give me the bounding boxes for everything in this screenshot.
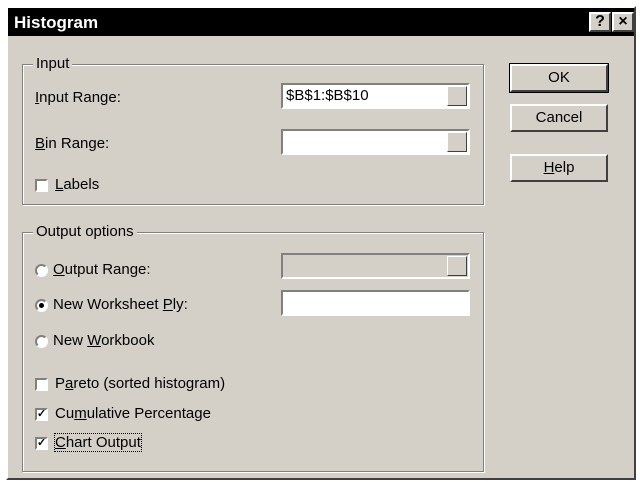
collapse-dialog-icon[interactable] xyxy=(447,132,467,152)
cancel-button[interactable]: Cancel xyxy=(510,104,608,132)
input-range-value: $B$1:$B$10 xyxy=(286,87,369,104)
input-group-label: Input xyxy=(33,55,73,72)
output-options-group: Output options Output Range: New Workshe… xyxy=(22,223,484,472)
pareto-label[interactable]: Pareto (sorted histogram) xyxy=(55,375,225,392)
new-workbook-label[interactable]: New Workbook xyxy=(53,332,154,349)
labels-label[interactable]: Labels xyxy=(55,176,99,193)
output-range-field[interactable] xyxy=(281,253,470,279)
input-group: Input Input Range: $B$1:$B$10 Bin Range:… xyxy=(22,55,484,205)
cumulative-percentage-label[interactable]: Cumulative Percentage xyxy=(55,405,211,422)
close-icon[interactable]: × xyxy=(612,12,634,32)
output-range-label[interactable]: Output Range: xyxy=(53,261,151,278)
radio-selected-dot xyxy=(39,303,44,308)
output-range-radio[interactable] xyxy=(35,264,48,277)
chart-output-checkbox[interactable]: ✓ xyxy=(35,437,48,450)
new-worksheet-ply-label[interactable]: New Worksheet Ply: xyxy=(53,296,188,313)
input-range-field[interactable]: $B$1:$B$10 xyxy=(281,83,470,109)
pareto-checkbox[interactable] xyxy=(35,378,48,391)
new-worksheet-ply-radio[interactable] xyxy=(35,299,48,312)
labels-checkbox[interactable] xyxy=(35,179,48,192)
chart-output-label[interactable]: Chart Output xyxy=(54,433,142,452)
dialog-title: Histogram xyxy=(14,13,99,32)
collapse-dialog-icon[interactable] xyxy=(447,256,467,276)
output-group-label: Output options xyxy=(33,223,137,240)
cumulative-percentage-checkbox[interactable]: ✓ xyxy=(35,408,48,421)
help-button[interactable]: Help xyxy=(510,154,608,182)
histogram-dialog: Histogram ? × Input Input Range: $B$1:$B… xyxy=(6,6,636,480)
bin-range-label: Bin Range: xyxy=(35,135,110,152)
new-workbook-radio[interactable] xyxy=(35,335,48,348)
ok-button[interactable]: OK xyxy=(509,63,609,93)
bin-range-field[interactable] xyxy=(281,129,470,155)
collapse-dialog-icon[interactable] xyxy=(447,86,467,106)
new-worksheet-ply-field[interactable] xyxy=(281,290,470,316)
title-bar[interactable]: Histogram ? × xyxy=(8,8,634,36)
help-question-icon[interactable]: ? xyxy=(589,12,611,32)
input-range-label: Input Range: xyxy=(35,89,121,106)
